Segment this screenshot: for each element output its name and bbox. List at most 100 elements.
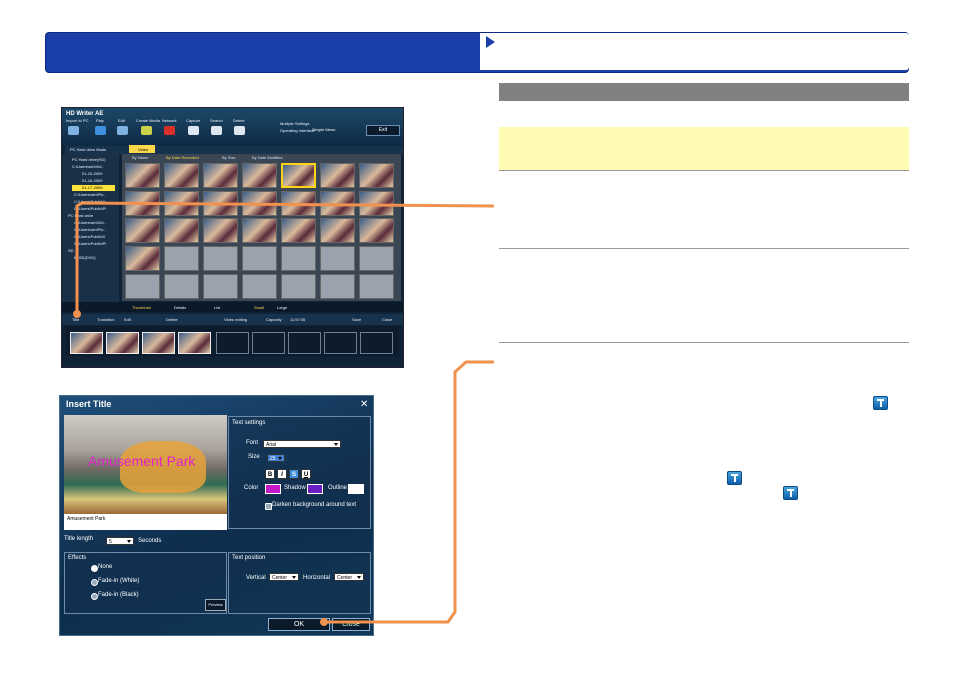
video-thumbnail[interactable]	[281, 218, 316, 243]
tab-small[interactable]: Small	[254, 305, 264, 310]
video-editing-button[interactable]: Video editing	[224, 317, 247, 322]
tab-details[interactable]: Details	[174, 305, 186, 310]
transition-button[interactable]: Transition	[97, 317, 114, 322]
tree-item[interactable]: C:\Users\Public\Pi	[74, 241, 106, 246]
empty-slot	[281, 246, 316, 271]
sort-by-modified[interactable]: By Date Modified	[252, 155, 282, 160]
tree-item[interactable]: C:\Users\win\Vid..	[74, 220, 106, 225]
title-length-label: Title length	[64, 536, 94, 542]
strip-clip[interactable]	[178, 332, 211, 354]
simple-menu-label[interactable]: Simple Menu	[312, 127, 335, 132]
video-thumbnail[interactable]	[320, 191, 355, 216]
ok-button[interactable]: OK	[268, 618, 330, 631]
sort-by-name[interactable]: By Name	[132, 155, 148, 160]
strip-clip[interactable]	[106, 332, 139, 354]
strip-clip[interactable]	[70, 332, 103, 354]
insert-title-dialog: Insert Title ✕ Amusement Park Amusement …	[59, 395, 374, 636]
video-thumbnail[interactable]	[125, 218, 160, 243]
delete-button[interactable]: Delete	[166, 317, 178, 322]
capture-icon[interactable]	[188, 126, 199, 135]
video-thumbnail[interactable]	[125, 191, 160, 216]
toolbar-label-network: Network	[162, 118, 177, 123]
title-button[interactable]: Title	[72, 317, 79, 322]
close-button[interactable]: Close	[332, 618, 370, 631]
sort-by-date[interactable]: By Date Recorded	[166, 155, 199, 160]
video-thumbnail[interactable]	[359, 163, 394, 188]
shadow-color-swatch[interactable]	[307, 484, 323, 494]
font-select[interactable]: Arial	[263, 440, 341, 448]
tree-item[interactable]: PC Hard drive(HD)	[72, 157, 106, 162]
exit-button[interactable]: Exit	[366, 125, 400, 136]
outline-color-swatch[interactable]	[348, 484, 364, 494]
bold-button[interactable]: B	[265, 469, 275, 479]
tab-list[interactable]: List	[214, 305, 220, 310]
edit-icon[interactable]	[117, 126, 128, 135]
effect-fade-black-radio[interactable]	[91, 593, 98, 600]
tree-item[interactable]: C:\Users\Public\V	[74, 199, 105, 204]
create-media-icon[interactable]	[141, 126, 152, 135]
video-thumbnail[interactable]	[359, 218, 394, 243]
vertical-select[interactable]: Center	[269, 573, 299, 581]
tree-item[interactable]: SD	[68, 248, 74, 253]
delete-icon[interactable]	[234, 126, 245, 135]
effect-fade-white-radio[interactable]	[91, 579, 98, 586]
empty-slot	[359, 246, 394, 271]
tree-item[interactable]: 01-15-2009	[82, 171, 102, 176]
text-color-swatch[interactable]	[265, 484, 281, 494]
video-thumbnail[interactable]	[359, 191, 394, 216]
video-thumbnail-selected[interactable]	[281, 163, 316, 188]
video-thumbnail[interactable]	[203, 218, 238, 243]
video-thumbnail[interactable]	[203, 163, 238, 188]
close-button[interactable]: Close	[382, 317, 392, 322]
tree-item[interactable]: C:\Users\win\Vid..	[72, 164, 104, 169]
save-button[interactable]: Save	[352, 317, 361, 322]
tree-item[interactable]: 01-17-2009	[82, 185, 102, 190]
empty-slot	[203, 274, 238, 299]
horizontal-select[interactable]: Center	[334, 573, 364, 581]
video-thumbnail[interactable]	[203, 191, 238, 216]
shadow-style-button[interactable]: S	[289, 469, 299, 479]
tree-item[interactable]: C:\Users\Public\V	[74, 234, 105, 239]
video-thumbnail[interactable]	[125, 163, 160, 188]
underline-button[interactable]: U	[301, 469, 311, 479]
tree-item[interactable]: C:\Users\win\Pic..	[74, 192, 106, 197]
close-icon[interactable]: ✕	[360, 399, 368, 410]
title-length-select[interactable]: 5	[106, 537, 134, 545]
tree-item[interactable]: C:\Users\win\Pic..	[74, 227, 106, 232]
video-thumbnail[interactable]	[320, 218, 355, 243]
title-text-field[interactable]: Amusement Park	[64, 514, 227, 530]
network-icon[interactable]	[164, 126, 175, 135]
toolbar	[62, 108, 403, 146]
tree-item[interactable]: PC Hard drive	[68, 213, 93, 218]
video-thumbnail[interactable]	[242, 163, 277, 188]
search-icon[interactable]	[211, 126, 222, 135]
empty-slot	[164, 274, 199, 299]
darken-checkbox[interactable]	[265, 503, 272, 510]
play-icon[interactable]	[95, 126, 106, 135]
tree-item[interactable]: E:\SD(DVD)	[74, 255, 96, 260]
effect-fade-white-label: Fade-in (White)	[98, 578, 140, 584]
video-thumbnail[interactable]	[281, 191, 316, 216]
edit-button[interactable]: Edit	[124, 317, 131, 322]
tree-item[interactable]: 01-16-2009	[82, 178, 102, 183]
video-thumbnail[interactable]	[125, 246, 160, 271]
strip-slot	[324, 332, 357, 354]
effect-none-radio[interactable]	[91, 565, 98, 572]
video-thumbnail[interactable]	[164, 218, 199, 243]
video-thumbnail[interactable]	[242, 191, 277, 216]
preview-button[interactable]: Preview	[205, 599, 226, 611]
tab-large[interactable]: Large	[277, 305, 287, 310]
import-icon[interactable]	[68, 126, 79, 135]
vertical-label: Vertical	[246, 575, 266, 581]
strip-clip[interactable]	[142, 332, 175, 354]
tree-item[interactable]: C:\Users\Public\Pi	[74, 206, 106, 211]
video-thumbnail[interactable]	[242, 218, 277, 243]
size-stepper[interactable]: 25	[267, 454, 285, 462]
video-thumbnail[interactable]	[164, 191, 199, 216]
italic-button[interactable]: I	[277, 469, 287, 479]
video-thumbnail[interactable]	[320, 163, 355, 188]
seconds-label: Seconds	[138, 538, 162, 544]
video-thumbnail[interactable]	[164, 163, 199, 188]
sort-by-size[interactable]: By Size	[222, 155, 236, 160]
tab-thumbnail[interactable]: Thumbnail	[132, 305, 151, 310]
